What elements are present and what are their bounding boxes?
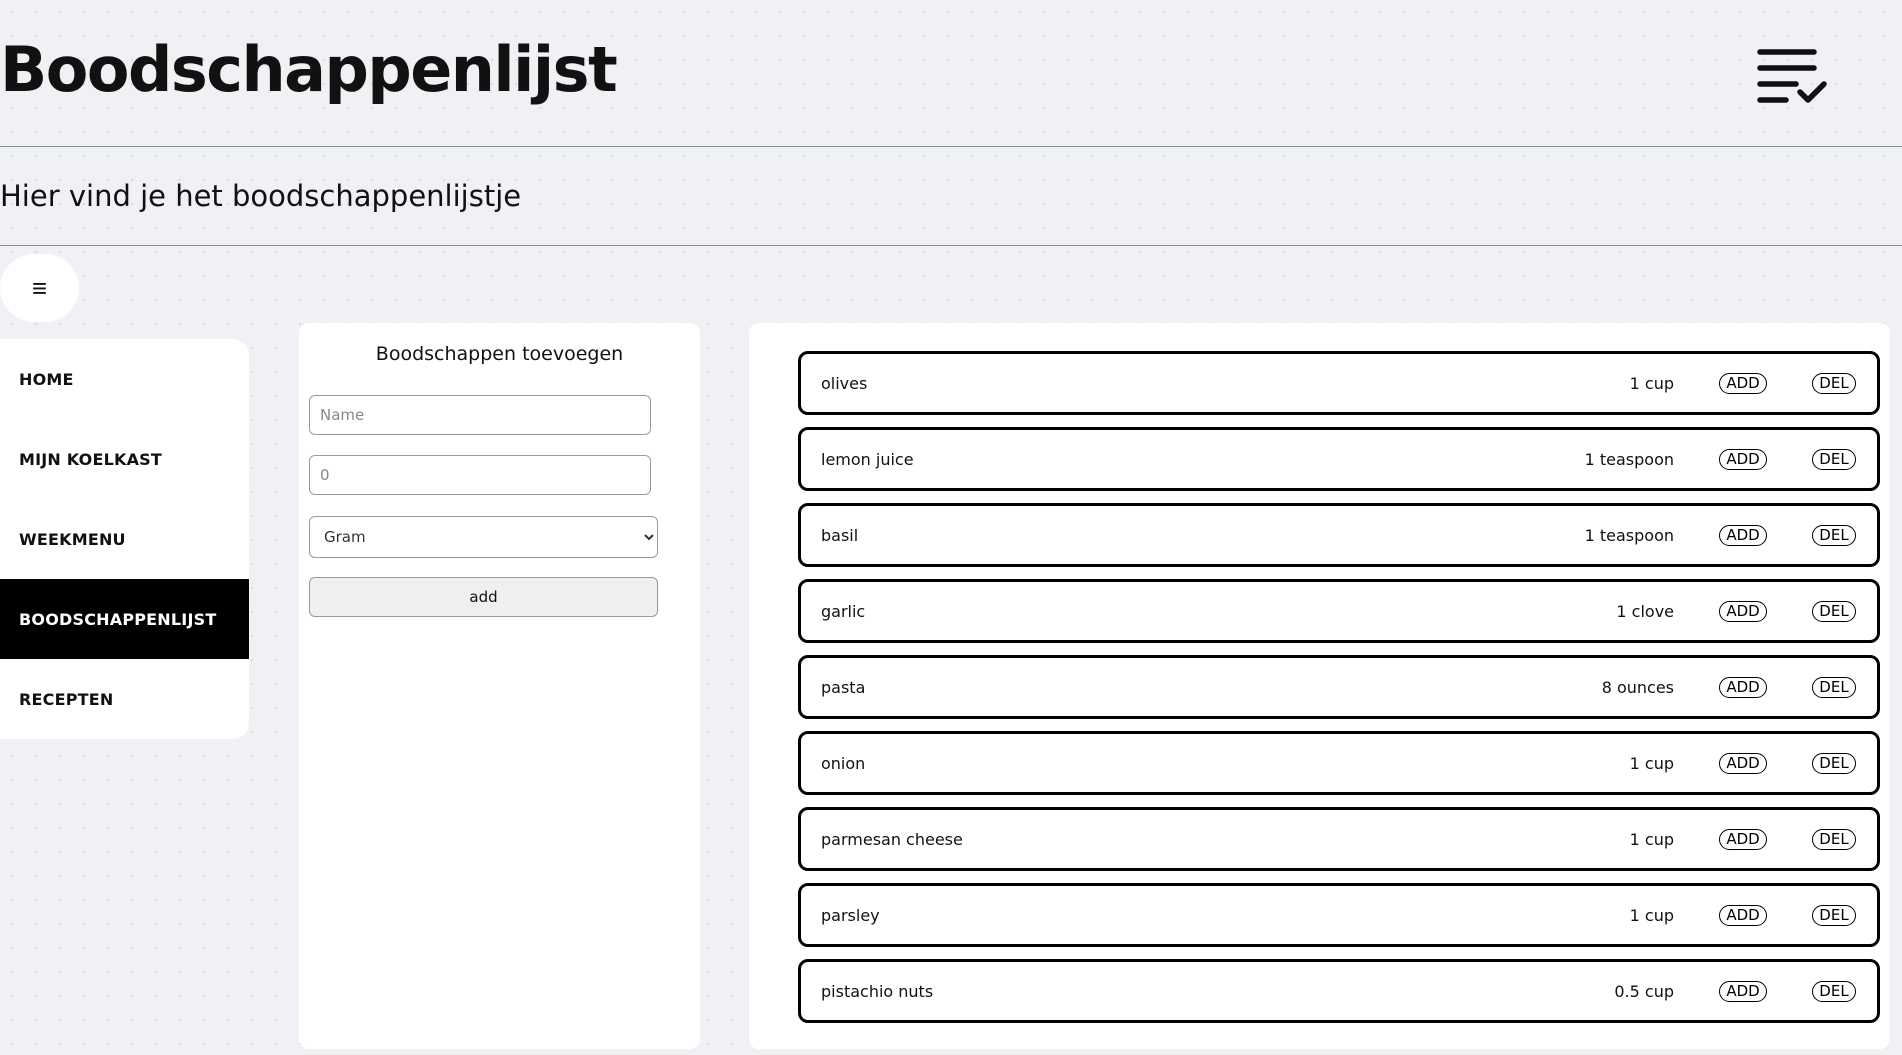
sidebar-item-recepten[interactable]: RECEPTEN (0, 659, 249, 739)
item-name: lemon juice (821, 449, 914, 469)
menu-toggle-button[interactable]: ≡ (0, 254, 79, 322)
list-item: olives 1 cup ADD DEL (798, 351, 1880, 415)
item-delete-button[interactable]: DEL (1812, 828, 1856, 850)
form-title: Boodschappen toevoegen (375, 343, 624, 365)
item-quantity: 1 cup (1629, 905, 1674, 925)
item-name: parsley (821, 905, 880, 925)
item-name: pasta (821, 677, 866, 697)
quantity-input[interactable] (309, 455, 651, 495)
item-quantity: 1 cup (1629, 373, 1674, 393)
name-input[interactable] (309, 395, 651, 435)
header: Boodschappenlijst (0, 0, 1902, 147)
item-add-button[interactable]: ADD (1719, 448, 1767, 470)
list-item: pasta 8 ounces ADD DEL (798, 655, 1880, 719)
item-delete-button[interactable]: DEL (1812, 600, 1856, 622)
item-add-button[interactable]: ADD (1719, 828, 1767, 850)
sidebar-item-mijn-koelkast[interactable]: MIJN KOELKAST (0, 419, 249, 499)
sidebar-item-label: HOME (19, 369, 74, 389)
item-delete-button[interactable]: DEL (1812, 372, 1856, 394)
item-delete-button[interactable]: DEL (1812, 904, 1856, 926)
item-quantity: 1 cup (1629, 753, 1674, 773)
add-groceries-panel: Boodschappen toevoegen Gram add (299, 323, 700, 1049)
item-delete-button[interactable]: DEL (1812, 448, 1856, 470)
item-quantity: 0.5 cup (1614, 981, 1674, 1001)
list-item: parmesan cheese 1 cup ADD DEL (798, 807, 1880, 871)
item-name: pistachio nuts (821, 981, 934, 1001)
sidebar-item-boodschappenlijst[interactable]: BOODSCHAPPENLIJST (0, 579, 249, 659)
item-name: onion (821, 753, 866, 773)
item-add-button[interactable]: ADD (1719, 904, 1767, 926)
item-delete-button[interactable]: DEL (1812, 676, 1856, 698)
sidebar-item-home[interactable]: HOME (0, 339, 249, 419)
list-item: garlic 1 clove ADD DEL (798, 579, 1880, 643)
item-name: olives (821, 373, 868, 393)
list-item: parsley 1 cup ADD DEL (798, 883, 1880, 947)
item-quantity: 1 clove (1616, 601, 1674, 621)
item-quantity: 1 teaspoon (1584, 525, 1674, 545)
page-subtitle: Hier vind je het boodschappenlijstje (0, 179, 522, 213)
item-name: garlic (821, 601, 866, 621)
sidebar-item-weekmenu[interactable]: WEEKMENU (0, 499, 249, 579)
item-name: parmesan cheese (821, 829, 963, 849)
sidebar-nav: HOME MIJN KOELKAST WEEKMENU BOODSCHAPPEN… (0, 339, 249, 739)
item-add-button[interactable]: ADD (1719, 676, 1767, 698)
item-quantity: 1 teaspoon (1584, 449, 1674, 469)
list-item: basil 1 teaspoon ADD DEL (798, 503, 1880, 567)
item-quantity: 8 ounces (1601, 677, 1674, 697)
unit-select[interactable]: Gram (309, 516, 658, 558)
list-item: pistachio nuts 0.5 cup ADD DEL (798, 959, 1880, 1023)
item-delete-button[interactable]: DEL (1812, 524, 1856, 546)
item-add-button[interactable]: ADD (1719, 600, 1767, 622)
hamburger-menu-icon: ≡ (31, 273, 48, 303)
item-delete-button[interactable]: DEL (1812, 752, 1856, 774)
sidebar-item-label: RECEPTEN (19, 689, 114, 709)
item-add-button[interactable]: ADD (1719, 980, 1767, 1002)
list-item: lemon juice 1 teaspoon ADD DEL (798, 427, 1880, 491)
list-item: onion 1 cup ADD DEL (798, 731, 1880, 795)
item-quantity: 1 cup (1629, 829, 1674, 849)
sidebar-item-label: BOODSCHAPPENLIJST (19, 609, 217, 629)
add-button[interactable]: add (309, 577, 658, 617)
sidebar-item-label: MIJN KOELKAST (19, 449, 163, 469)
item-add-button[interactable]: ADD (1719, 524, 1767, 546)
item-add-button[interactable]: ADD (1719, 752, 1767, 774)
item-add-button[interactable]: ADD (1719, 372, 1767, 394)
sidebar-item-label: WEEKMENU (19, 529, 126, 549)
page-title: Boodschappenlijst (0, 33, 618, 106)
grocery-list-panel: olives 1 cup ADD DEL lemon juice 1 teasp… (749, 323, 1890, 1049)
list-check-icon[interactable] (1756, 46, 1828, 106)
item-delete-button[interactable]: DEL (1812, 980, 1856, 1002)
item-name: basil (821, 525, 859, 545)
